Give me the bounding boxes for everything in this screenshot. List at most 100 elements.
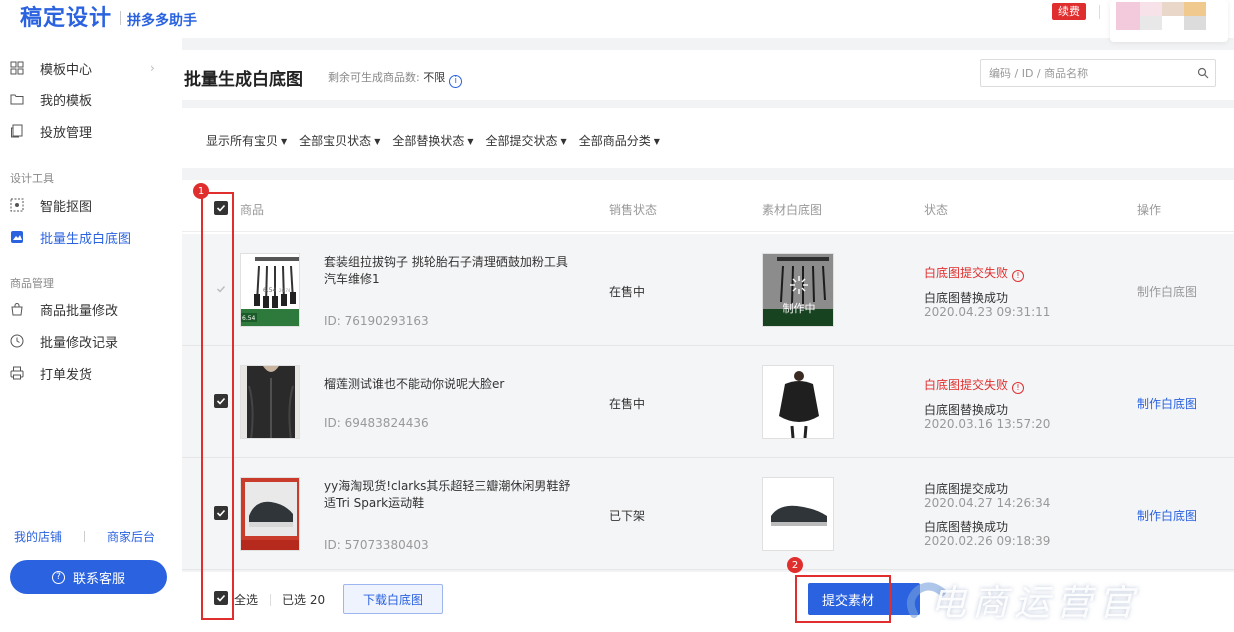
select-all-label[interactable]: 全选	[234, 591, 258, 608]
status-timestamp: 2020.03.16 13:57:20	[924, 417, 1051, 431]
filter-dropdowns: 显示所有宝贝 全部宝贝状态 全部替换状态 全部提交状态 全部商品分类	[206, 132, 672, 149]
filter-submit-status[interactable]: 全部提交状态	[486, 132, 567, 149]
search-input[interactable]	[989, 65, 1189, 81]
shoe-material-image	[763, 478, 833, 550]
product-name[interactable]: 榴莲测试谁也不能动你说呢大脸er	[324, 376, 574, 393]
avatar-pixel	[1140, 16, 1162, 30]
sidebar-item-label: 批量生成白底图	[40, 231, 132, 247]
select-all-checkbox[interactable]	[214, 591, 228, 605]
my-shop-link[interactable]: 我的店铺	[14, 528, 62, 545]
warning-icon[interactable]: !	[1012, 381, 1025, 394]
product-id: ID: 57073380403	[324, 538, 429, 552]
brand[interactable]: 稿定设计 拼多多助手	[20, 0, 197, 34]
merchant-backend-link[interactable]: 商家后台	[107, 528, 155, 545]
filter-category[interactable]: 全部商品分类	[579, 132, 660, 149]
sidebar-item-label: 打单发货	[40, 367, 93, 383]
status-replace-success: 白底图替换成功	[924, 403, 1009, 417]
avatar-pixel	[1184, 16, 1206, 30]
info-icon[interactable]: i	[449, 74, 463, 88]
make-white-bg-link[interactable]: 制作白底图	[1137, 507, 1197, 524]
material-thumbnail[interactable]	[762, 365, 834, 439]
contact-support-button[interactable]: ? 联系客服	[10, 560, 167, 594]
make-white-bg-link[interactable]: 制作白底图	[1137, 283, 1197, 300]
warning-icon[interactable]: !	[1012, 269, 1025, 282]
search-icon[interactable]	[1197, 67, 1209, 79]
status-fail-text: 白底图提交失败	[924, 378, 1009, 392]
avatar-pixel	[1184, 2, 1206, 16]
status-submit-failed: 白底图提交失败!	[924, 376, 1025, 394]
sale-status: 在售中	[609, 285, 646, 299]
sidebar-item-my-templates[interactable]: 我的模板	[0, 86, 182, 112]
sale-status: 已下架	[609, 509, 646, 523]
processing-overlay-label: 制作中	[782, 302, 816, 315]
filter-item-status[interactable]: 全部宝贝状态	[299, 132, 380, 149]
quota-value: 不限	[423, 71, 446, 84]
table-row[interactable]: yy海淘现货!clarks其乐超轻三瓣潮休闲男鞋舒适Tri Spark运动鞋 I…	[182, 458, 1234, 570]
header-checkbox[interactable]	[214, 201, 228, 215]
product-thumbnail[interactable]	[240, 365, 300, 439]
status-replace-success: 白底图替换成功	[924, 291, 1009, 305]
sidebar-item-cutout[interactable]: 智能抠图	[0, 192, 182, 218]
printer-icon	[10, 366, 24, 380]
make-white-bg-link[interactable]: 制作白底图	[1137, 395, 1197, 412]
sidebar-item-delivery[interactable]: 投放管理	[0, 118, 182, 144]
woman-material-image	[763, 366, 833, 438]
status-replace-success: 白底图替换成功	[924, 520, 1009, 534]
avatar-pixel	[1162, 2, 1184, 16]
sidebar-item-label: 批量修改记录	[40, 335, 119, 351]
bottom-action-bar: 全选 已选 20 下载白底图 提交素材	[182, 572, 1234, 632]
table-row[interactable]: 6.54 6.54 26.74 套装组拉拔钩子 挑轮胎石子清理硒鼓加粉工具汽车维…	[182, 234, 1234, 346]
filter-bar: 显示所有宝贝 全部宝贝状态 全部替换状态 全部提交状态 全部商品分类	[182, 108, 1234, 168]
check-icon	[216, 397, 226, 405]
top-header: 稿定设计 拼多多助手 续费	[0, 0, 1234, 42]
product-thumbnail[interactable]	[240, 477, 300, 551]
thumb-price: 6.54	[242, 315, 256, 322]
row-checkbox[interactable]	[214, 282, 228, 296]
download-white-bg-button[interactable]: 下载白底图	[343, 584, 443, 614]
column-header-material: 素材白底图	[762, 203, 823, 217]
quota-label: 剩余可生成商品数:	[328, 71, 420, 84]
search-box	[980, 59, 1216, 87]
renew-button[interactable]: 续费	[1052, 3, 1086, 20]
table-row[interactable]: 榴莲测试谁也不能动你说呢大脸er ID: 69483824436 在售中 白底图…	[182, 346, 1234, 458]
status-submit-failed: 白底图提交失败!	[924, 264, 1025, 282]
cutout-icon	[10, 198, 24, 212]
chevron-right-icon: ›	[150, 61, 155, 75]
check-icon	[216, 594, 226, 602]
sidebar-item-edit-records[interactable]: 批量修改记录	[0, 328, 182, 354]
quota-text: 剩余可生成商品数: 不限 i	[328, 69, 463, 88]
check-icon	[216, 204, 226, 212]
shoe-product-image	[241, 478, 299, 550]
avatar[interactable]	[1110, 0, 1228, 42]
filter-show-all[interactable]: 显示所有宝贝	[206, 132, 287, 149]
row-checkbox[interactable]	[214, 506, 228, 520]
material-thumbnail[interactable]	[762, 477, 834, 551]
submit-material-button[interactable]: 提交素材	[808, 583, 920, 615]
product-thumbnail[interactable]: 6.54 6.54 26.74	[240, 253, 300, 327]
thumb-price-strike: 26.74	[279, 288, 291, 293]
column-header-sale: 销售状态	[609, 203, 658, 217]
sidebar-item-batch-white-bg[interactable]: 批量生成白底图	[0, 224, 182, 250]
sidebar: 模板中心 › 我的模板 投放管理 设计工具 智能抠图 批量生成白底图 商品管理 …	[0, 38, 182, 632]
product-name[interactable]: 套装组拉拔钩子 挑轮胎石子清理硒鼓加粉工具汽车维修1	[324, 254, 574, 288]
status-timestamp: 2020.04.27 14:26:34	[924, 496, 1051, 510]
sidebar-item-label: 商品批量修改	[40, 303, 119, 319]
footer-divider	[84, 531, 86, 542]
sidebar-item-batch-edit[interactable]: 商品批量修改	[0, 296, 182, 322]
sidebar-item-print-ship[interactable]: 打单发货	[0, 360, 182, 386]
brand-logo-text[interactable]: 稿定设计	[20, 0, 112, 32]
jacket-product-image	[241, 366, 299, 438]
column-header-status: 状态	[924, 203, 949, 217]
status-timestamp: 2020.04.23 09:31:11	[924, 305, 1051, 319]
filter-replace-status[interactable]: 全部替换状态	[392, 132, 473, 149]
row-checkbox[interactable]	[214, 394, 228, 408]
sidebar-item-template-center[interactable]: 模板中心 ›	[0, 55, 182, 81]
thumb-price-tag: 6.54	[263, 287, 277, 294]
selected-count: 已选 20	[282, 593, 326, 607]
annotation-badge: 1	[193, 183, 209, 199]
header-divider	[1099, 5, 1100, 19]
sidebar-item-label: 模板中心	[40, 62, 93, 78]
material-thumbnail[interactable]: 制作中	[762, 253, 834, 327]
sidebar-footer-links: 我的店铺 商家后台	[14, 528, 155, 545]
product-name[interactable]: yy海淘现货!clarks其乐超轻三瓣潮休闲男鞋舒适Tri Spark运动鞋	[324, 478, 574, 512]
